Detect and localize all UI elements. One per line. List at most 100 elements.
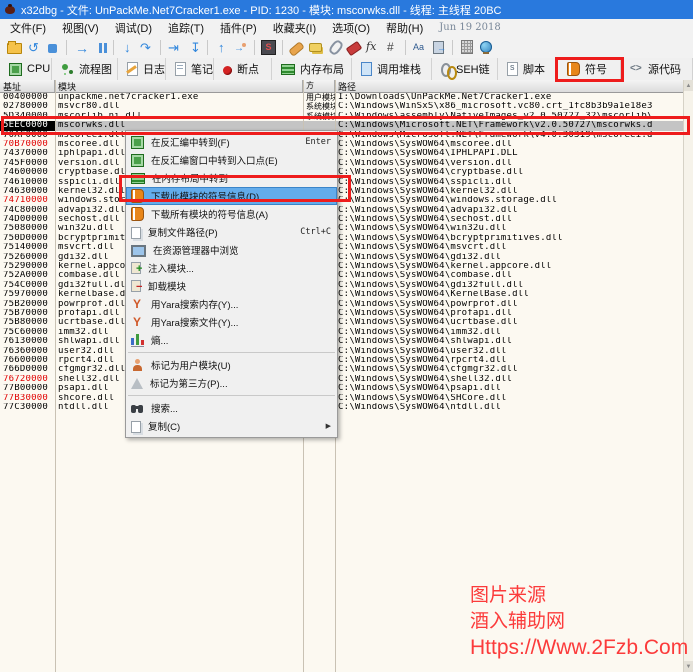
menu-item-search[interactable]: 搜索... [126, 399, 337, 417]
menu-item-download-symbols-this-module[interactable]: 下载此模块的符号信息(D) [126, 187, 337, 205]
menubar-item[interactable]: 追踪(T) [160, 19, 212, 37]
table-row[interactable]: 75080000win32u.dllC:\Windows\SysWOW64\wi… [0, 224, 684, 233]
table-row[interactable]: 70B70000mscoree.dllC:\Windows\SysWOW64\m… [0, 140, 684, 149]
toolbar-button[interactable] [457, 38, 476, 57]
table-row[interactable]: 76720000shell32.dllC:\Windows\SysWOW64\s… [0, 375, 684, 384]
table-row[interactable]: 77C30000ntdll.dllC:\Windows\SysWOW64\ntd… [0, 403, 684, 412]
tab-source[interactable]: 源代码 [621, 58, 693, 80]
menu-item-follow-entry-point[interactable]: 在反汇编窗口中转到入口点(E) [126, 151, 337, 169]
scroll-up-arrow[interactable]: ▲ [684, 80, 693, 91]
toolbar-button[interactable] [5, 38, 24, 57]
table-row[interactable]: 74710000windows.storage.dllC:\Windows\Sy… [0, 196, 684, 205]
table-row[interactable]: 77B00000psapi.dllC:\Windows\SysWOW64\psa… [0, 384, 684, 393]
toolbar-button[interactable] [118, 38, 137, 57]
table-row[interactable]: 74C80000advapi32.dllC:\Windows\SysWOW64\… [0, 206, 684, 215]
menu-item-free-module[interactable]: 卸载模块 [126, 277, 337, 295]
menu-item-entropy[interactable]: 熵... [126, 331, 337, 349]
toolbar-button[interactable] [410, 38, 429, 57]
table-row[interactable]: 766D0000cfgmgr32.dllC:\Windows\SysWOW64\… [0, 365, 684, 374]
tab-script[interactable]: 脚本 [498, 58, 558, 80]
toolbar-button[interactable] [165, 38, 184, 57]
table-row[interactable]: 74630000kernel32.dllC:\Windows\SysWOW64\… [0, 187, 684, 196]
menu-item-mark-as-user-module[interactable]: 标记为用户模块(U) [126, 356, 337, 374]
table-row[interactable]: 00400000unpackme.net7cracker1.exe用户模块I:\… [0, 93, 684, 102]
menu-item-copy[interactable]: 复制(C)▶ [126, 417, 337, 435]
menubar-item[interactable]: 收藏夹(I) [265, 19, 324, 37]
toolbar-button[interactable] [137, 38, 156, 57]
table-row[interactable]: 76600000rpcrt4.dllC:\Windows\SysWOW64\rp… [0, 356, 684, 365]
table-row[interactable]: 75970000kernelbase.dllC:\Windows\SysWOW6… [0, 290, 684, 299]
call-stack-icon [361, 62, 372, 76]
table-row[interactable]: 74610000sspicli.dllC:\Windows\SysWOW64\s… [0, 178, 684, 187]
tab-memory-map[interactable]: 内存布局 [272, 58, 352, 80]
menubar-item[interactable]: 视图(V) [54, 19, 107, 37]
table-row[interactable]: 74370000iphlpapi.dllC:\Windows\SysWOW64\… [0, 149, 684, 158]
toolbar-button[interactable] [306, 38, 325, 57]
toolbar-button[interactable] [259, 38, 278, 57]
tab-graph[interactable]: 流程图 [52, 58, 118, 80]
menu-item-mark-as-party[interactable]: 标记为第三方(P)... [126, 374, 337, 392]
table-row[interactable]: 75B70000profapi.dllC:\Windows\SysWOW64\p… [0, 309, 684, 318]
header-module[interactable]: 模块 [55, 80, 303, 92]
menu-item-download-symbols-all-modules[interactable]: 下载所有模块的符号信息(A) [126, 205, 337, 223]
tab-call-stack[interactable]: 调用堆栈 [352, 58, 432, 80]
table-row[interactable]: 754C0000gdi32full.dllC:\Windows\SysWOW64… [0, 281, 684, 290]
menu-item-copy-file-path[interactable]: 复制文件路径(P)Ctrl+C [126, 223, 337, 241]
menubar-item[interactable]: 插件(P) [212, 19, 265, 37]
header-party[interactable]: 方 [303, 80, 335, 92]
scroll-down-arrow[interactable]: ▼ [684, 661, 693, 672]
toolbar-button[interactable] [43, 38, 62, 57]
menubar-item[interactable]: 选项(O) [324, 19, 378, 37]
toolbar-button[interactable] [476, 38, 495, 57]
header-base[interactable]: 基址 [0, 80, 55, 92]
table-row[interactable]: 74600000cryptbase.dllC:\Windows\SysWOW64… [0, 168, 684, 177]
table-row[interactable]: 750D0000bcryptprimitives.dllC:\Windows\S… [0, 234, 684, 243]
toolbar-button[interactable] [212, 38, 231, 57]
table-row[interactable]: 75B80000ucrtbase.dllC:\Windows\SysWOW64\… [0, 318, 684, 327]
table-row[interactable]: 75140000msvcrt.dllC:\Windows\SysWOW64\ms… [0, 243, 684, 252]
menu-item-yara-memory[interactable]: 用Yara搜索内存(Y)... [126, 295, 337, 313]
tab-seh[interactable]: SEH链 [432, 58, 498, 80]
tab-symbols[interactable]: 符号 [558, 58, 621, 80]
table-row[interactable]: 75290000kernel.appcore.dllC:\Windows\Sys… [0, 262, 684, 271]
menubar-item[interactable]: 文件(F) [2, 19, 54, 37]
tab-log[interactable]: 日志 [118, 58, 166, 80]
tab-breakpoints[interactable]: 断点 [214, 58, 272, 80]
table-row[interactable]: 74D00000sechost.dllC:\Windows\SysWOW64\s… [0, 215, 684, 224]
menu-item-browse-in-explorer[interactable]: 在资源管理器中浏览 [126, 241, 337, 259]
toolbar-button[interactable] [24, 38, 43, 57]
tab-cpu[interactable]: CPU [0, 58, 52, 80]
path-cell: C:\Windows\SysWOW64\shell32.dll [335, 375, 684, 384]
menu-item-follow-in-disassembler[interactable]: 在反汇编中转到(F)Enter [126, 133, 337, 151]
table-row[interactable]: 745F0000version.dllC:\Windows\SysWOW64\v… [0, 159, 684, 168]
table-row[interactable]: 75C60000imm32.dllC:\Windows\SysWOW64\imm… [0, 328, 684, 337]
toolbar-button[interactable] [363, 38, 382, 57]
toolbar-button[interactable] [287, 38, 306, 57]
base-address-cell: 750D0000 [0, 234, 55, 243]
menubar-item[interactable]: 调试(D) [107, 19, 160, 37]
table-row[interactable]: 76130000shlwapi.dllC:\Windows\SysWOW64\s… [0, 337, 684, 346]
table-row[interactable]: 02780000msvcr80.dll系统模块C:\Windows\WinSxS… [0, 102, 684, 111]
table-row[interactable]: 76360000user32.dllC:\Windows\SysWOW64\us… [0, 347, 684, 356]
toolbar-button[interactable] [231, 38, 250, 57]
toolbar-button[interactable] [325, 38, 344, 57]
table-row[interactable]: 752A0000combase.dllC:\Windows\SysWOW64\c… [0, 271, 684, 280]
table-row[interactable]: 77B30000shcore.dllC:\Windows\SysWOW64\SH… [0, 394, 684, 403]
table-row[interactable]: 75B20000powrprof.dllC:\Windows\SysWOW64\… [0, 300, 684, 309]
table-row[interactable]: 70AF0000mscoreei.dllC:\Windows\Microsoft… [0, 131, 684, 140]
menu-item-follow-in-memory-map[interactable]: 在内存布局中转到 [126, 169, 337, 187]
menubar-item[interactable]: 帮助(H) [378, 19, 431, 37]
table-row[interactable]: 5EEC0000mscorwks.dllC:\Windows\Microsoft… [0, 121, 684, 130]
toolbar-button[interactable] [382, 38, 401, 57]
menu-item-yara-file[interactable]: 用Yara搜索文件(Y)... [126, 313, 337, 331]
toolbar-button[interactable] [344, 38, 363, 57]
toolbar-button[interactable] [90, 38, 109, 57]
toolbar-button[interactable] [429, 38, 448, 57]
toolbar-button[interactable] [184, 38, 203, 57]
header-path[interactable]: 路径 [335, 80, 684, 92]
table-row[interactable]: 5D340000mscorlib.ni.dll系统模块C:\Windows\as… [0, 112, 684, 121]
toolbar-button[interactable] [71, 38, 90, 57]
menu-item-load-module[interactable]: 注入模块... [126, 259, 337, 277]
table-row[interactable]: 75260000gdi32.dllC:\Windows\SysWOW64\gdi… [0, 253, 684, 262]
tab-notes[interactable]: 笔记 [166, 58, 214, 80]
